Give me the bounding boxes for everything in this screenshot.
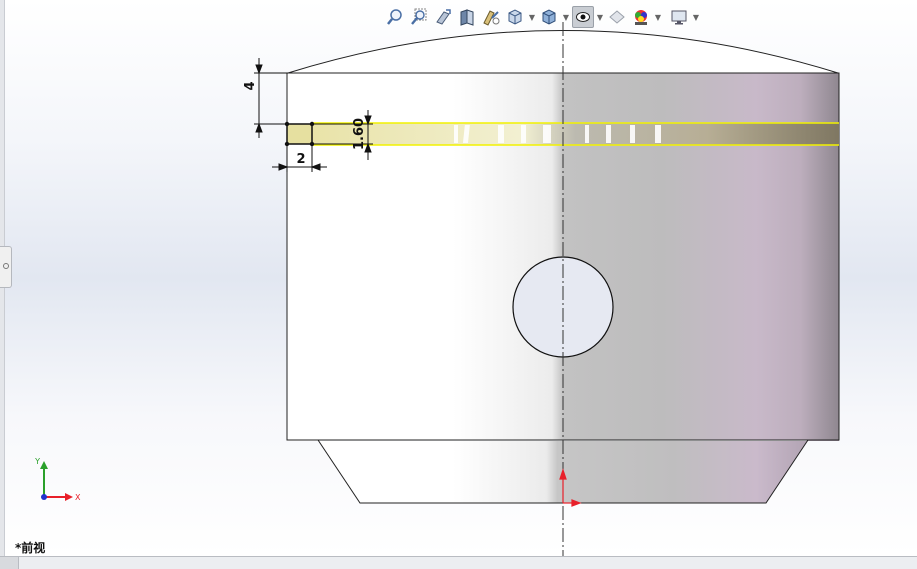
dimension-groove-height-value[interactable]: 1.60 (352, 118, 367, 150)
dynamic-annotation-icon[interactable] (480, 6, 502, 28)
status-bar-block (0, 557, 19, 569)
view-settings-icon[interactable] (668, 6, 690, 28)
view-orientation-dropdown-icon[interactable]: ▼ (528, 6, 536, 28)
status-bar (0, 556, 917, 569)
dimension-groove-depth-value[interactable]: 4 (243, 81, 258, 90)
heads-up-view-toolbar: ▼ ▼ ▼ ▼ ▼ (384, 4, 700, 30)
previous-view-icon[interactable] (432, 6, 454, 28)
dimension-groove-depth (254, 58, 288, 138)
apply-scene-icon[interactable] (630, 6, 652, 28)
reference-triad: Y X (34, 457, 81, 502)
view-name-label: *前视 (15, 541, 46, 555)
groove-sketch-rect (286, 123, 313, 145)
display-style-icon[interactable] (572, 6, 594, 28)
dimension-groove-width-value[interactable]: 2 (296, 152, 305, 167)
view-orientation-icon[interactable] (504, 6, 526, 28)
zoom-to-area-icon[interactable] (408, 6, 430, 28)
zoom-to-fit-icon[interactable] (384, 6, 406, 28)
display-style-dropdown-icon[interactable]: ▼ (562, 6, 570, 28)
drawing-canvas: 4 2 1.60 Y X (34, 22, 840, 556)
apply-scene-dropdown-icon[interactable]: ▼ (654, 6, 662, 28)
section-view-icon[interactable] (456, 6, 478, 28)
section-cube-icon[interactable] (538, 6, 560, 28)
edit-appearance-icon[interactable] (606, 6, 628, 28)
hide-show-dropdown-icon[interactable]: ▼ (596, 6, 604, 28)
view-settings-dropdown-icon[interactable]: ▼ (692, 6, 700, 28)
triad-x-label: X (75, 493, 81, 502)
triad-y-label: Y (34, 457, 40, 466)
ring-groove-band (312, 123, 839, 145)
